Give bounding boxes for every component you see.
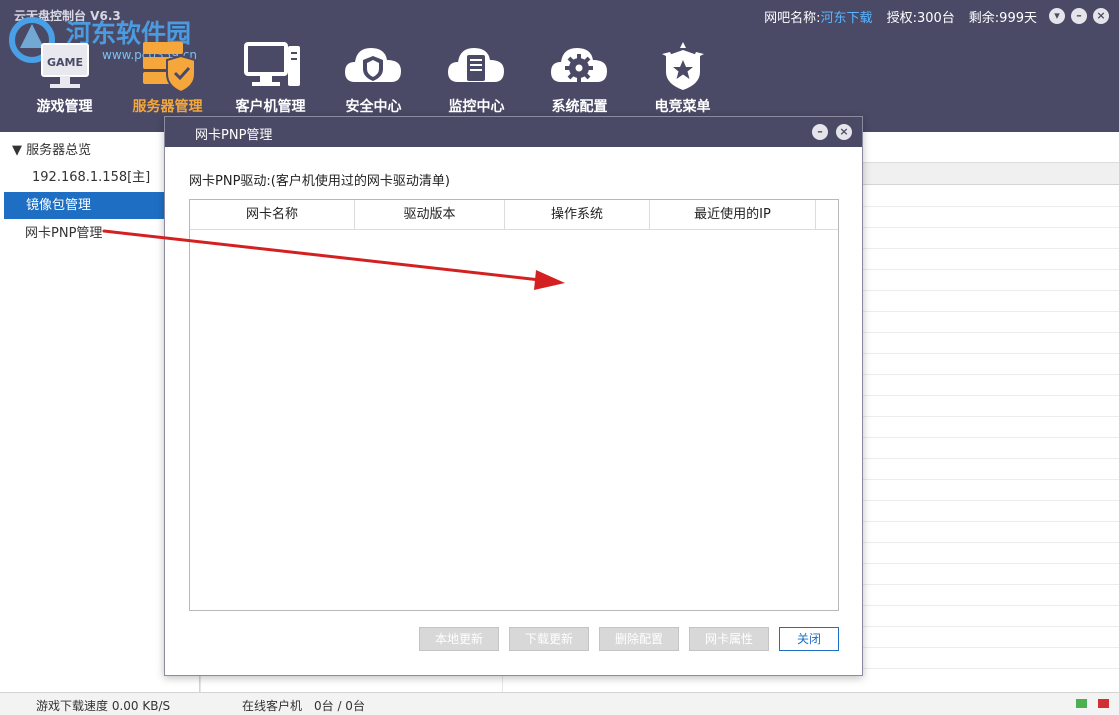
- nav-label: 安全中心: [345, 99, 402, 115]
- nav-client-management[interactable]: 客户机管理: [219, 38, 322, 118]
- main-nav: GAME 游戏管理 服务器管理 客户机管理 安全中心 监控中心 系统配置 电竞菜…: [13, 38, 734, 118]
- local-update-button: 本地更新: [419, 627, 499, 651]
- nic-driver-table: 网卡名称 驱动版本 操作系统 最近使用的IP: [189, 199, 839, 611]
- cloud-server-icon: [447, 48, 504, 82]
- column-header-last-ip[interactable]: 最近使用的IP: [650, 200, 816, 230]
- header-info: 网吧名称: 河东下载 授权: 300台 剩余: 999天: [764, 7, 1037, 26]
- server-shield-icon: [142, 42, 196, 94]
- dialog-titlebar[interactable]: 网卡PNP管理 – ×: [165, 117, 862, 147]
- nav-esports-menu[interactable]: 电竞菜单: [631, 38, 734, 118]
- window-controls: ▾ – ×: [1049, 8, 1109, 24]
- nav-server-management[interactable]: 服务器管理: [116, 38, 219, 118]
- sidebar-item-nic-pnp[interactable]: 网卡PNP管理: [4, 220, 164, 247]
- sidebar-item-label: 192.168.1.158[主]: [32, 170, 151, 185]
- nav-monitor-center[interactable]: 监控中心: [425, 38, 528, 118]
- column-header-nic-name[interactable]: 网卡名称: [190, 200, 355, 230]
- client-computer-icon: [243, 42, 300, 86]
- online-clients: 在线客户机 0台 / 0台: [242, 699, 365, 713]
- column-header-driver-version[interactable]: 驱动版本: [355, 200, 505, 230]
- status-bar: 游戏下载速度 0.00 KB/S 在线客户机 0台 / 0台: [0, 692, 1119, 715]
- cloud-gear-icon: [550, 48, 607, 82]
- license-label: 授权:: [886, 11, 917, 26]
- nic-properties-button: 网卡属性: [689, 627, 769, 651]
- nic-pnp-dialog: 网卡PNP管理 – × 网卡PNP驱动:(客户机使用过的网卡驱动清单) 网卡名称…: [164, 116, 863, 676]
- dialog-minimize-icon[interactable]: –: [812, 124, 828, 140]
- minimize-icon[interactable]: –: [1071, 8, 1087, 24]
- nav-label: 服务器管理: [132, 99, 203, 115]
- nav-system-config[interactable]: 系统配置: [528, 38, 631, 118]
- bar-name-value[interactable]: 河东下载: [821, 7, 873, 26]
- dialog-subtitle: 网卡PNP驱动:(客户机使用过的网卡驱动清单): [189, 174, 450, 189]
- sidebar-item-image-package[interactable]: 镜像包管理: [4, 192, 164, 219]
- bar-name-label: 网吧名称:: [764, 11, 821, 26]
- remaining-label: 剩余:: [968, 11, 1000, 26]
- dialog-close-icon[interactable]: ×: [836, 124, 852, 140]
- license-value: 300台: [916, 11, 955, 26]
- nav-label: 监控中心: [448, 99, 505, 115]
- nav-label: 游戏管理: [36, 99, 93, 115]
- remaining-value: 999天: [999, 11, 1037, 26]
- cloud-shield-icon: [344, 48, 401, 82]
- sidebar-item-label: 网卡PNP管理: [25, 226, 103, 241]
- game-monitor-icon: GAME: [40, 43, 89, 88]
- download-speed: 游戏下载速度 0.00 KB/S: [36, 699, 171, 713]
- dialog-window-controls: – ×: [812, 124, 852, 140]
- sidebar-item-server-ip[interactable]: 192.168.1.158[主]: [32, 164, 172, 191]
- nav-label: 客户机管理: [235, 99, 306, 115]
- close-icon[interactable]: ×: [1093, 8, 1109, 24]
- table-header: 网卡名称 驱动版本 操作系统 最近使用的IP: [190, 200, 838, 230]
- nav-security-center[interactable]: 安全中心: [322, 38, 425, 118]
- dialog-title: 网卡PNP管理: [195, 128, 273, 143]
- star-badge-icon: [661, 42, 704, 90]
- download-update-button: 下载更新: [509, 627, 589, 651]
- nav-game-management[interactable]: GAME 游戏管理: [13, 38, 116, 118]
- delete-config-button: 删除配置: [599, 627, 679, 651]
- sidebar-root-server-overview[interactable]: ▼ 服务器总览: [12, 137, 172, 164]
- dropdown-menu-icon[interactable]: ▾: [1049, 8, 1065, 24]
- status-green-icon: [1076, 699, 1087, 708]
- sidebar-item-label: 镜像包管理: [26, 198, 92, 213]
- nav-label: 电竞菜单: [654, 99, 711, 115]
- top-header: 云无盘控制台 V6.3 河东软件园 www.pc0359.cn 网吧名称: 河东…: [0, 0, 1119, 132]
- close-button[interactable]: 关闭: [779, 627, 839, 651]
- status-red-icon: [1098, 699, 1109, 708]
- sidebar-root-label: ▼ 服务器总览: [12, 143, 92, 158]
- svg-text:GAME: GAME: [46, 56, 82, 69]
- column-header-os[interactable]: 操作系统: [505, 200, 650, 230]
- nav-label: 系统配置: [551, 99, 608, 115]
